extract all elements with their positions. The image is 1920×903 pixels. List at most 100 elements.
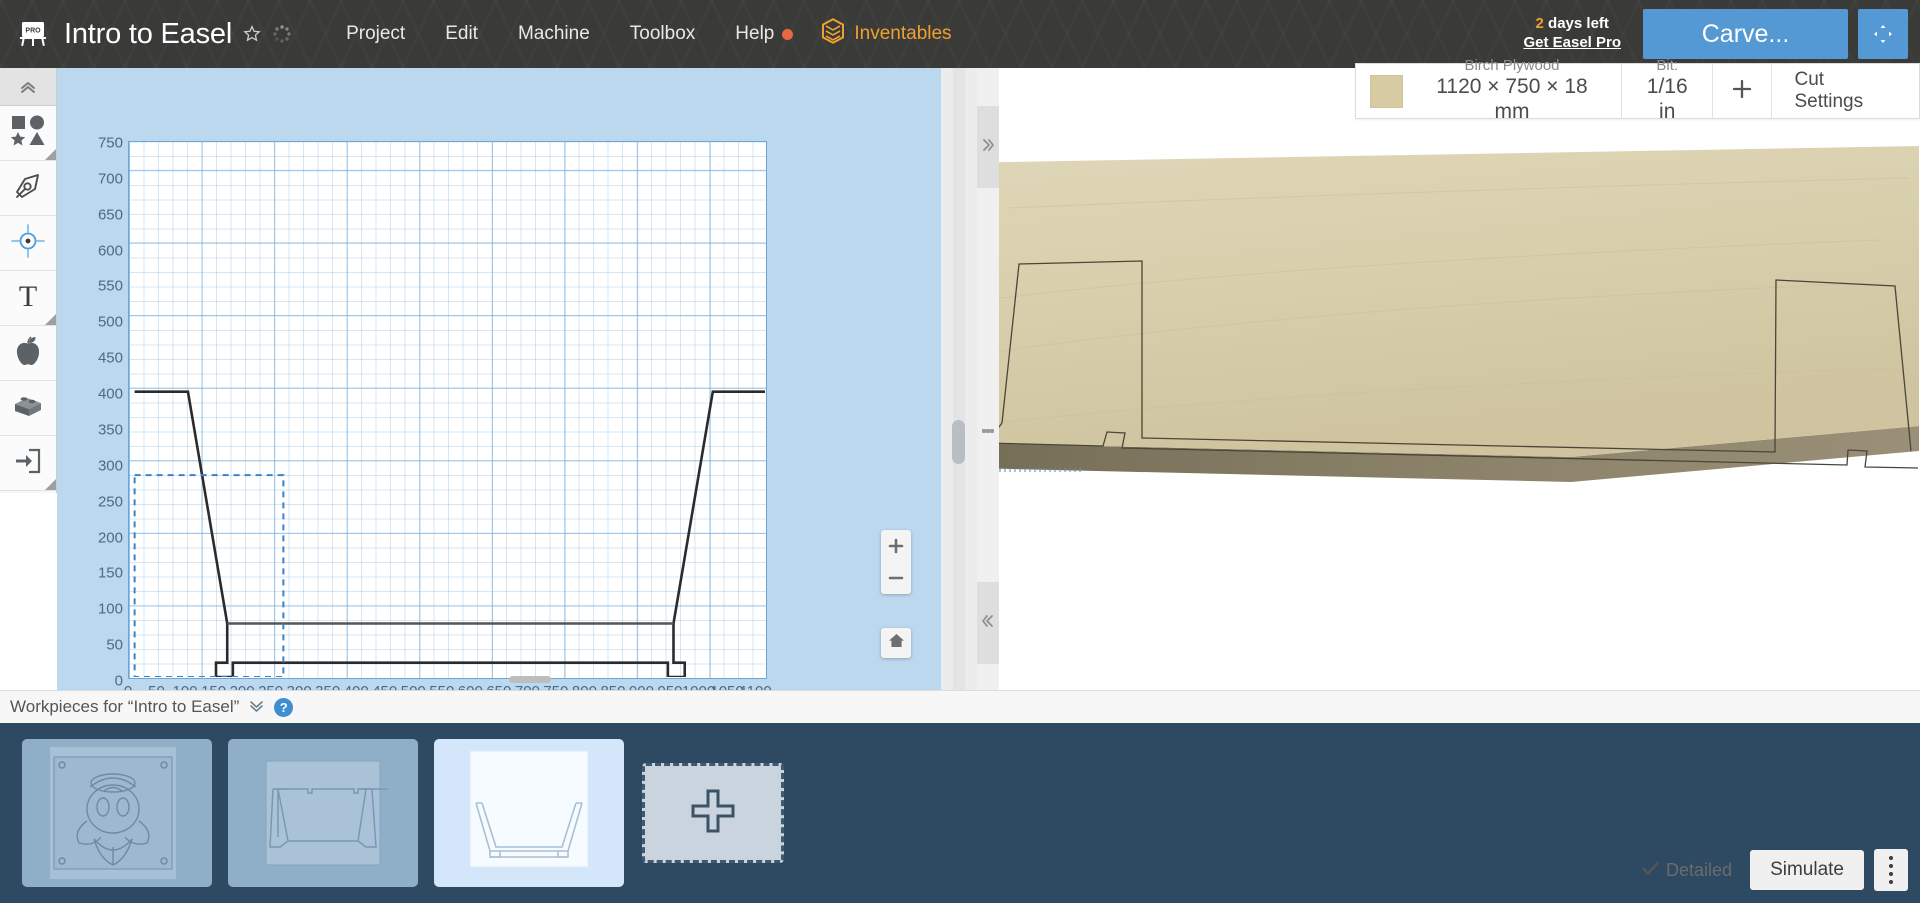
submenu-corner-icon xyxy=(45,149,56,160)
bit-value: 1/16 in xyxy=(1646,75,1688,123)
menu-machine[interactable]: Machine xyxy=(498,17,610,51)
import-arrow-icon xyxy=(13,446,43,481)
trial-status: 2 days left Get Easel Pro xyxy=(1523,15,1621,53)
double-chevron-right-icon xyxy=(980,137,996,158)
simulate-button[interactable]: Simulate xyxy=(1750,850,1864,890)
workpiece-outline[interactable] xyxy=(135,392,765,677)
expand-arrows-icon[interactable] xyxy=(1858,9,1908,59)
projects-tool[interactable] xyxy=(0,381,56,436)
main-menu: Project Edit Machine Toolbox Help Invent… xyxy=(326,17,952,51)
shapes-tool[interactable] xyxy=(0,106,56,161)
y-axis-tick: 550 xyxy=(97,277,123,295)
submenu-corner-icon xyxy=(45,314,56,325)
expand-panel-button[interactable] xyxy=(977,106,999,188)
apple-icon xyxy=(13,335,43,372)
zoom-in-button[interactable] xyxy=(881,530,911,562)
question-mark-icon[interactable]: ? xyxy=(274,697,294,717)
y-axis-tick: 450 xyxy=(97,349,123,367)
help-notification-dot-icon xyxy=(782,28,794,40)
preview-more-menu-button[interactable] xyxy=(1874,849,1908,891)
3d-preview-panel[interactable] xyxy=(979,68,1920,690)
y-axis-tick: 400 xyxy=(97,385,123,403)
import-tool[interactable] xyxy=(0,436,56,491)
menu-edit[interactable]: Edit xyxy=(425,17,498,51)
box-flat-front-thumbnail xyxy=(469,750,589,868)
carve-button[interactable]: Carve... xyxy=(1643,9,1848,59)
material-swatch-icon xyxy=(1370,74,1403,108)
y-axis-tick: 100 xyxy=(97,600,123,618)
loading-spinner-icon xyxy=(272,24,292,44)
drag-grip-icon[interactable] xyxy=(952,420,965,464)
add-bit-button[interactable] xyxy=(1713,64,1773,118)
workpiece-thumb-2[interactable] xyxy=(228,739,418,887)
get-easel-pro-link[interactable]: Get Easel Pro xyxy=(1523,34,1621,53)
owl-carving-thumbnail xyxy=(50,747,176,879)
workpiece-thumb-3[interactable] xyxy=(434,739,624,887)
top-app-bar: PRO Intro to Easel Project Edit Machine … xyxy=(0,0,1920,68)
inventables-link[interactable]: Inventables xyxy=(821,18,952,50)
y-axis-tick: 250 xyxy=(97,493,123,511)
detailed-toggle[interactable]: Detailed xyxy=(1634,860,1740,881)
easel-pro-logo-icon[interactable]: PRO xyxy=(16,17,50,51)
right-rail xyxy=(977,68,999,690)
splitter-track xyxy=(953,68,965,690)
home-icon xyxy=(888,632,905,654)
cut-settings-button[interactable]: Cut Settings xyxy=(1772,64,1919,118)
submenu-corner-icon xyxy=(45,479,56,490)
reset-view-button[interactable] xyxy=(881,628,911,658)
y-axis-labels: 0 50 100 150 200 250 300 350 400 450 500 550 600 650 7… xyxy=(57,136,123,689)
horizontal-scroll-handle[interactable] xyxy=(509,676,551,683)
zoom-controls xyxy=(881,530,911,594)
workpiece-profile-drawing[interactable] xyxy=(129,142,765,677)
crosshair-target-icon xyxy=(11,223,45,263)
star-outline-icon[interactable] xyxy=(242,24,262,44)
panel-splitter[interactable] xyxy=(941,68,977,690)
material-name: Birch Plywood xyxy=(1464,57,1560,75)
apps-tool[interactable] xyxy=(0,326,56,381)
plus-icon xyxy=(685,783,741,844)
preview-controls: Detailed Simulate xyxy=(1634,849,1908,891)
text-tool[interactable]: T xyxy=(0,271,56,326)
material-settings-bar: Birch Plywood 1120 × 750 × 18 mm Bit: 1/… xyxy=(1355,57,1920,123)
svg-text:PRO: PRO xyxy=(25,28,41,35)
design-canvas-panel[interactable]: 0 50 100 150 200 250 300 350 400 450 500 550 600 650 7… xyxy=(57,68,941,690)
left-toolbar: T xyxy=(0,68,57,493)
double-chevron-down-icon[interactable] xyxy=(249,699,264,716)
material-selector[interactable]: Birch Plywood 1120 × 750 × 18 mm xyxy=(1356,57,1622,123)
vertical-dots-icon[interactable] xyxy=(977,416,999,446)
workpieces-strip xyxy=(0,723,1920,903)
pen-tool[interactable] xyxy=(0,161,56,216)
menu-help[interactable]: Help xyxy=(715,17,780,51)
svg-text:T: T xyxy=(19,281,37,311)
detailed-label: Detailed xyxy=(1666,859,1733,880)
workpieces-header: Workpieces for “Intro to Easel” ? xyxy=(0,690,1920,723)
plus-icon xyxy=(1731,74,1753,108)
checkmark-icon xyxy=(1642,860,1659,881)
shapes-icon xyxy=(10,114,46,153)
double-chevron-left-icon xyxy=(980,613,996,634)
inventables-label: Inventables xyxy=(854,23,952,44)
menu-toolbox[interactable]: Toolbox xyxy=(610,17,716,51)
center-point-tool[interactable] xyxy=(0,216,56,271)
add-workpiece-dashed-box xyxy=(641,763,784,863)
selection-bounds[interactable] xyxy=(135,475,284,677)
zoom-out-button[interactable] xyxy=(881,562,911,594)
birch-plywood-sheet-3d[interactable] xyxy=(979,68,1920,690)
y-axis-tick: 500 xyxy=(97,313,123,331)
menu-project[interactable]: Project xyxy=(326,17,425,51)
inventables-cube-icon xyxy=(821,18,845,50)
double-chevron-up-icon[interactable] xyxy=(0,68,56,106)
workpieces-title: Workpieces for “Intro to Easel” xyxy=(10,697,240,716)
lego-brick-icon xyxy=(11,391,45,426)
material-dimensions: 1120 × 750 × 18 mm xyxy=(1436,75,1588,123)
collapse-panel-button[interactable] xyxy=(977,582,999,664)
bit-selector[interactable]: Bit: 1/16 in xyxy=(1622,57,1714,123)
text-T-icon: T xyxy=(14,280,42,316)
pen-nib-icon xyxy=(13,171,43,206)
workpiece-thumb-1[interactable] xyxy=(22,739,212,887)
trial-days-count: 2 xyxy=(1535,15,1544,33)
y-axis-tick: 200 xyxy=(97,529,123,547)
add-workpiece-button[interactable] xyxy=(640,761,785,865)
y-axis-tick: 600 xyxy=(97,242,123,260)
canvas-grid[interactable] xyxy=(128,141,767,679)
